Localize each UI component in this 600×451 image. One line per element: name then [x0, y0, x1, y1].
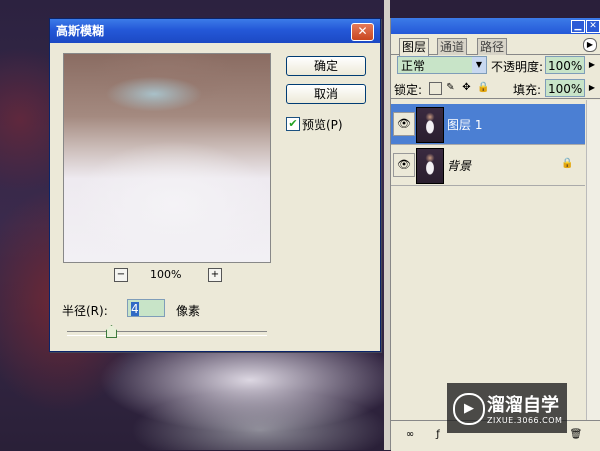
watermark-url: ZIXUE.3066.COM [487, 416, 563, 425]
ok-button[interactable]: 确定 [286, 56, 366, 76]
radius-unit: 像素 [176, 304, 201, 318]
close-icon[interactable]: ✕ [351, 23, 374, 41]
fill-arrow-icon[interactable]: ▶ [587, 79, 597, 97]
lock-row: 锁定: ✎ ✥ 🔒 填充: 100% ▶ [391, 78, 600, 99]
layer-thumbnail [416, 107, 444, 143]
blend-mode-select[interactable]: 正常 ▼ [397, 56, 487, 74]
lock-move-icon[interactable]: ✥ [461, 82, 472, 93]
panel-tabs: 图层 通道 路径 [391, 36, 600, 56]
preview-label: 预览(P) [302, 118, 343, 132]
lock-transparency-icon[interactable] [429, 82, 442, 95]
eye-icon[interactable]: 👁 [393, 153, 415, 177]
minimize-icon[interactable]: ▁ [571, 20, 585, 33]
blend-mode-value: 正常 [401, 59, 426, 73]
zoom-out-button[interactable]: − [114, 268, 128, 282]
opacity-input[interactable]: 100% [545, 56, 585, 74]
preview-checkbox[interactable]: ✔ [286, 117, 300, 131]
layer-thumbnail [416, 148, 444, 184]
tab-channels[interactable]: 通道 [437, 38, 468, 55]
dialog-title: 高斯模糊 [56, 24, 105, 38]
blur-preview-image[interactable] [63, 53, 271, 263]
fill-label: 填充: [513, 83, 542, 97]
cancel-button[interactable]: 取消 [286, 84, 366, 104]
eye-icon[interactable]: 👁 [393, 112, 415, 136]
layer-style-icon[interactable]: ƒ [431, 429, 445, 441]
lock-label: 锁定: [394, 83, 423, 97]
chevron-down-icon[interactable]: ▼ [472, 57, 486, 73]
watermark-title: 溜溜自学 [487, 395, 559, 416]
slider-thumb[interactable] [106, 325, 117, 338]
layer-name: 背景 [447, 159, 472, 173]
panel-titlebar[interactable]: ▁ ✕ [391, 18, 600, 34]
zoom-in-button[interactable]: + [208, 268, 222, 282]
tab-layers[interactable]: 图层 [399, 38, 430, 56]
layer-row-1[interactable]: 👁 图层 1 [391, 104, 585, 145]
gaussian-blur-dialog: 高斯模糊 ✕ − 100% + 确定 取消 ✔ 预览(P) 半径(R): 4 像… [49, 18, 381, 352]
radius-slider[interactable] [67, 325, 267, 338]
opacity-arrow-icon[interactable]: ▶ [587, 56, 597, 74]
zoom-controls: − 100% + [114, 268, 224, 284]
trash-icon[interactable]: 🗑 [569, 429, 583, 441]
layer-name: 图层 1 [447, 118, 483, 132]
fill-value: 100% [548, 82, 583, 96]
opacity-value: 100% [548, 59, 583, 73]
opacity-label: 不透明度: [491, 60, 544, 74]
zoom-level: 100% [150, 268, 182, 281]
play-logo-icon: ▶ [453, 393, 485, 425]
panel-menu-icon[interactable]: ▶ [583, 38, 597, 52]
layers-scrollbar[interactable] [586, 100, 600, 420]
radius-input[interactable]: 4 [127, 299, 165, 317]
dialog-titlebar[interactable]: 高斯模糊 ✕ [50, 19, 380, 43]
layer-row-background[interactable]: 👁 背景 🔒 [391, 145, 585, 186]
link-icon[interactable]: ∞ [403, 429, 417, 441]
watermark: ▶ 溜溜自学 ZIXUE.3066.COM [447, 383, 567, 433]
lock-brush-icon[interactable]: ✎ [445, 82, 456, 93]
lock-all-icon[interactable]: 🔒 [477, 82, 489, 93]
radius-value: 4 [131, 302, 139, 316]
radius-label: 半径(R): [62, 304, 108, 318]
fill-input[interactable]: 100% [545, 79, 585, 97]
tab-paths[interactable]: 路径 [477, 38, 508, 55]
close-icon[interactable]: ✕ [586, 20, 600, 33]
lock-icon: 🔒 [561, 158, 574, 169]
